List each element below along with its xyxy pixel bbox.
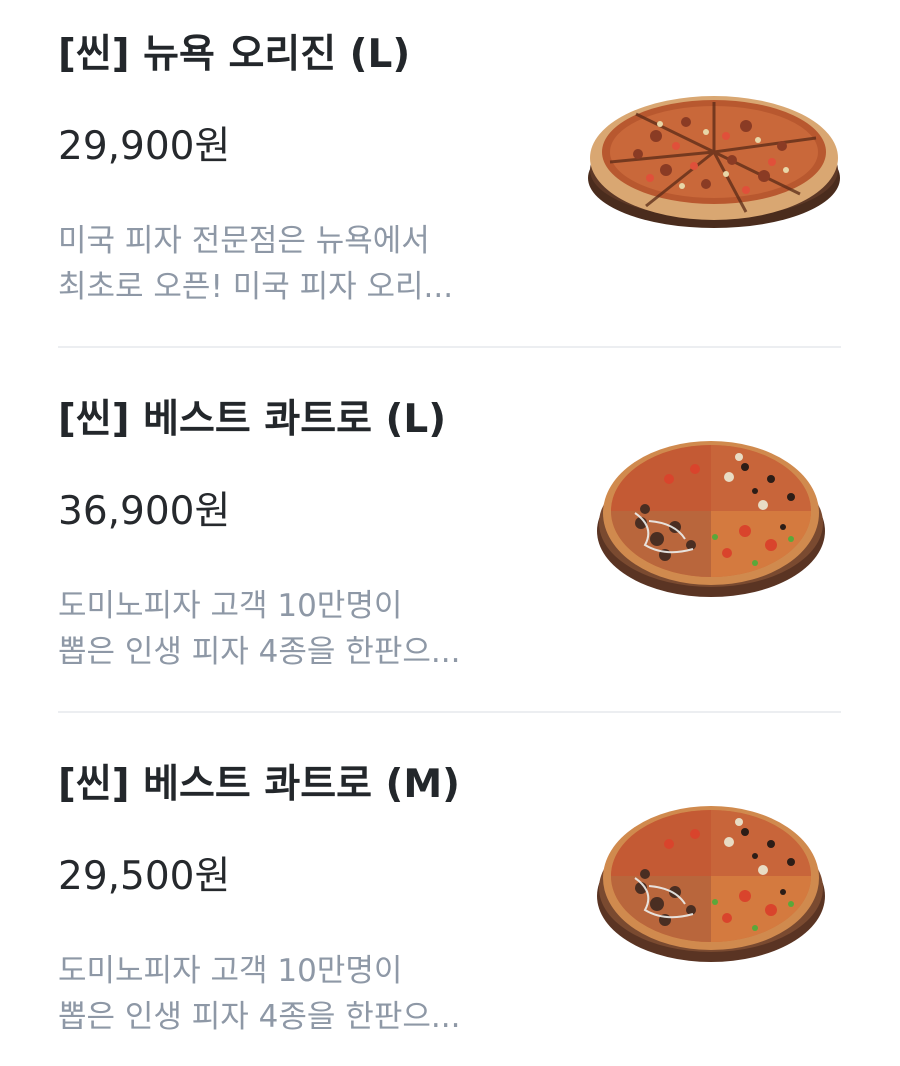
divider — [58, 346, 841, 348]
menu-list: [씬] 뉴욕 오리진 (L) 29,900원 미국 피자 전문점은 뉴욕에서 최… — [0, 0, 900, 1066]
pizza-ny-origin-image[interactable] — [586, 66, 842, 246]
divider — [58, 711, 841, 713]
menu-item-description-line: 도미노피자 고객 10만명이 — [58, 588, 403, 624]
menu-item-description-line: 미국 피자 전문점은 뉴욕에서 — [58, 223, 430, 259]
menu-item-best-quattro-l[interactable]: [씬] 베스트 콰트로 (L) 36,900원 도미노피자 고객 10만명이 뽑… — [0, 365, 900, 729]
menu-item-price: 36,900원 — [58, 489, 231, 534]
menu-item-ny-origin-l[interactable]: [씬] 뉴욕 오리진 (L) 29,900원 미국 피자 전문점은 뉴욕에서 최… — [0, 0, 900, 364]
menu-item-description: 도미노피자 고객 10만명이 뽑은 인생 피자 4종을 한판으... — [58, 583, 528, 675]
menu-item-name: [씬] 뉴욕 오리진 (L) — [58, 32, 411, 77]
menu-item-best-quattro-m[interactable]: [씬] 베스트 콰트로 (M) 29,500원 도미노피자 고객 10만명이 뽑… — [0, 730, 900, 1066]
menu-item-description: 도미노피자 고객 10만명이 뽑은 인생 피자 4종을 한판으... — [58, 948, 528, 1040]
menu-item-description-line: 뽑은 인생 피자 4종을 한판으... — [58, 634, 461, 670]
menu-item-name: [씬] 베스트 콰트로 (L) — [58, 397, 447, 442]
pizza-best-quattro-image[interactable] — [595, 427, 851, 607]
menu-item-description-line: 도미노피자 고객 10만명이 — [58, 953, 403, 989]
pizza-best-quattro-image[interactable] — [595, 792, 851, 972]
menu-item-price: 29,900원 — [58, 124, 231, 169]
menu-item-description-line: 최초로 오픈! 미국 피자 오리... — [58, 269, 454, 305]
menu-item-name: [씬] 베스트 콰트로 (M) — [58, 762, 460, 807]
menu-item-description-line: 뽑은 인생 피자 4종을 한판으... — [58, 999, 461, 1035]
menu-item-price: 29,500원 — [58, 854, 231, 899]
menu-item-description: 미국 피자 전문점은 뉴욕에서 최초로 오픈! 미국 피자 오리... — [58, 218, 528, 310]
